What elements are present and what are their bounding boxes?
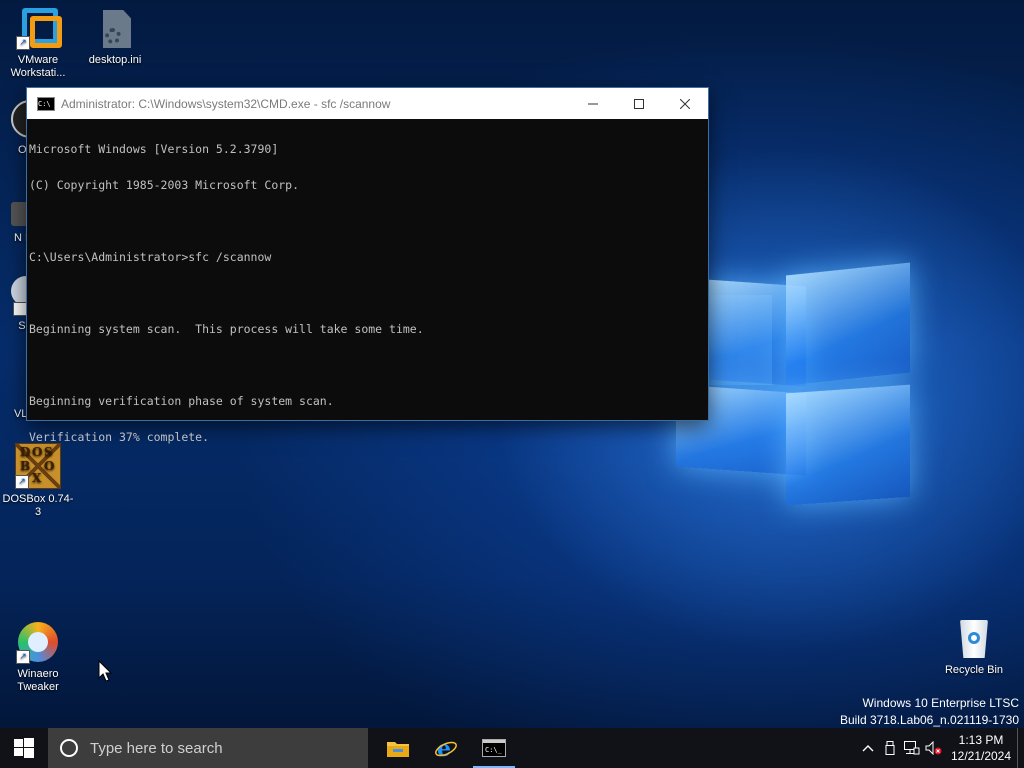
- shortcut-arrow-icon: ↗: [15, 475, 29, 489]
- windows-edition-watermark: Windows 10 Enterprise LTSC Build 3718.La…: [840, 695, 1019, 729]
- chevron-up-icon: [862, 745, 874, 752]
- desktop-icon-vmware[interactable]: ↗ VMware Workstati...: [1, 6, 75, 80]
- desktop-icon-winaero[interactable]: ↗ Winaero Tweaker: [1, 620, 75, 694]
- start-button[interactable]: [0, 728, 48, 768]
- windows-logo-icon: [14, 738, 34, 758]
- desktop-icon-label: DOSBox 0.74-3: [2, 493, 74, 518]
- usb-device-icon: [885, 741, 895, 755]
- vmware-icon: ↗: [16, 6, 62, 50]
- minimize-button[interactable]: [570, 88, 616, 119]
- clock-date: 12/21/2024: [950, 749, 1012, 763]
- search-placeholder: Type here to search: [90, 739, 223, 757]
- minimize-icon: [588, 103, 598, 104]
- desktop-icon-label: VMware Workstati...: [10, 54, 66, 79]
- folder-icon: [387, 742, 409, 757]
- taskbar-internet-explorer[interactable]: e: [422, 728, 470, 768]
- volume-muted-icon: [925, 741, 942, 755]
- desktop-icon-label: desktop.ini: [88, 54, 142, 66]
- dosbox-letter: X: [32, 471, 42, 485]
- show-desktop-button[interactable]: [1017, 728, 1024, 768]
- console-line: Beginning system scan. This process will…: [29, 322, 424, 336]
- taskbar-clock[interactable]: 1:13 PM 12/21/2024: [945, 732, 1017, 764]
- desktop-icon-label: Recycle Bin: [944, 664, 1004, 676]
- desktop-icon-recycle-bin[interactable]: Recycle Bin: [937, 616, 1011, 677]
- cmd-icon: C:\: [37, 96, 55, 111]
- settings-file-icon: [93, 6, 137, 50]
- cmd-titlebar[interactable]: C:\ Administrator: C:\Windows\system32\C…: [27, 88, 708, 119]
- shortcut-arrow-icon: ↗: [16, 650, 30, 664]
- clock-time: 1:13 PM: [958, 733, 1004, 747]
- console-output[interactable]: Microsoft Windows [Version 5.2.3790] (C)…: [27, 119, 708, 467]
- system-tray: 1:13 PM 12/21/2024: [857, 728, 1024, 768]
- command-prompt-icon: C:\_: [482, 739, 506, 757]
- volume-button[interactable]: [923, 741, 945, 755]
- console-line: (C) Copyright 1985-2003 Microsoft Corp.: [29, 178, 300, 192]
- close-icon: [680, 98, 690, 109]
- maximize-button[interactable]: [616, 88, 662, 119]
- network-button[interactable]: [901, 741, 923, 755]
- console-line: C:\Users\Administrator>sfc /scannow: [29, 250, 272, 264]
- network-icon: [904, 741, 920, 755]
- taskbar-command-prompt[interactable]: C:\_: [470, 728, 518, 768]
- show-hidden-icons-button[interactable]: [857, 744, 879, 752]
- cmd-title-text: Administrator: C:\Windows\system32\CMD.e…: [61, 96, 391, 111]
- mouse-cursor-icon: [98, 660, 112, 682]
- cmd-window[interactable]: C:\ Administrator: C:\Windows\system32\C…: [26, 87, 709, 443]
- desktop-icon-desktop-ini[interactable]: desktop.ini: [78, 6, 152, 67]
- console-line: Verification 37% complete.: [29, 430, 210, 444]
- edition-text: Windows 10 Enterprise LTSC: [862, 696, 1019, 710]
- close-button[interactable]: [662, 88, 708, 119]
- console-line: Microsoft Windows [Version 5.2.3790]: [29, 142, 279, 156]
- build-text: Build 3718.Lab06_n.021119-1730: [839, 713, 1019, 727]
- maximize-icon: [634, 98, 644, 109]
- usb-device-button[interactable]: [879, 741, 901, 755]
- svg-text:C:\_: C:\_: [485, 746, 503, 754]
- desktop-icon-label: Winaero Tweaker: [17, 668, 59, 693]
- taskbar-search-box[interactable]: Type here to search: [48, 728, 368, 768]
- taskbar-file-explorer[interactable]: [374, 728, 422, 768]
- recycle-bin-icon: [952, 616, 996, 660]
- winaero-icon: ↗: [16, 620, 60, 664]
- internet-explorer-icon: e: [435, 736, 457, 760]
- console-line: Beginning verification phase of system s…: [29, 394, 334, 408]
- shortcut-arrow-icon: ↗: [16, 36, 30, 50]
- cortana-icon: [60, 739, 78, 757]
- taskbar: Type here to search e C:\_ 1:13 PM 12/21…: [0, 728, 1024, 768]
